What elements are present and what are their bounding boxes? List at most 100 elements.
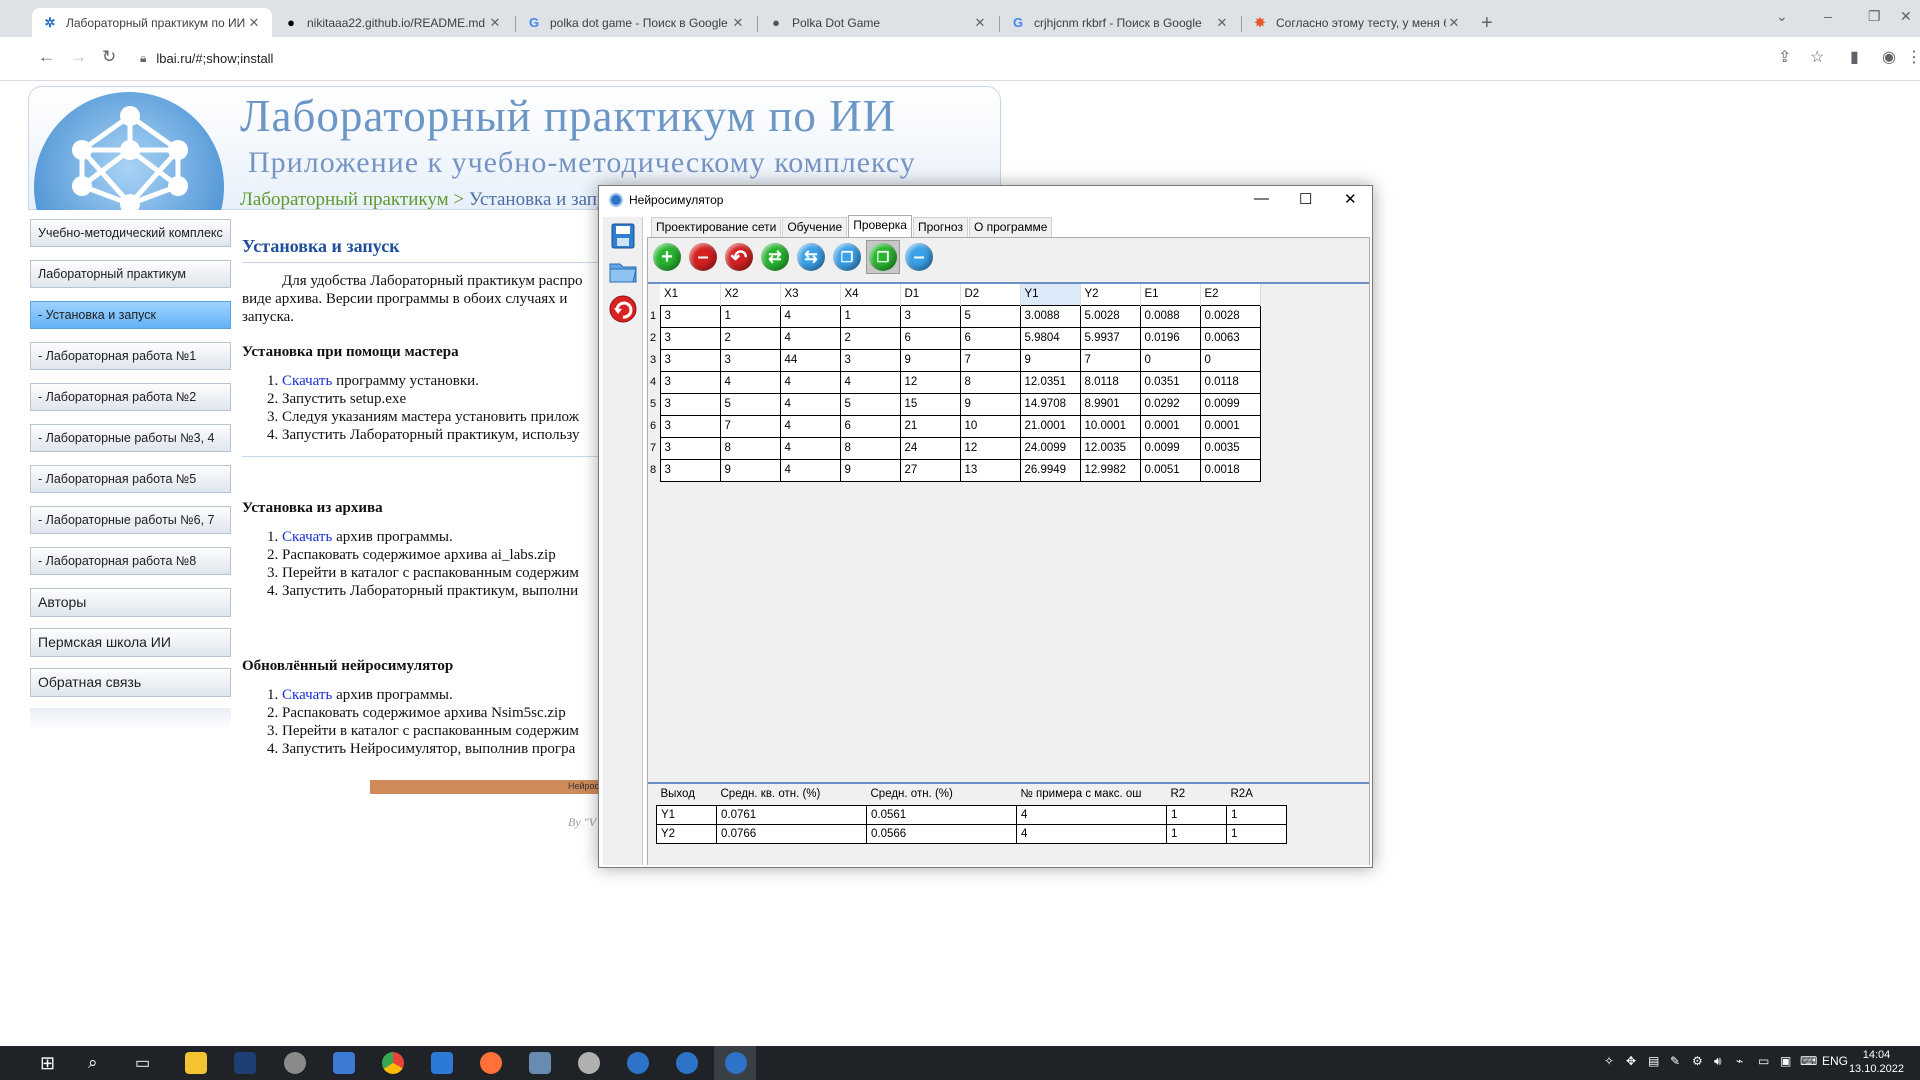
address-bar[interactable]: 🔒︎ lbai.ru/#;show;install xyxy=(140,43,1760,73)
table-cell[interactable]: 9 xyxy=(719,458,781,482)
tab-design[interactable]: Проектирование сети xyxy=(651,217,782,237)
menu-item-lab-practicum[interactable]: Лабораторный практикум xyxy=(30,260,231,288)
table-cell[interactable]: 9 xyxy=(959,392,1021,416)
table-cell[interactable]: 0.0018 xyxy=(1199,458,1261,482)
table-cell[interactable]: 0.0088 xyxy=(1139,304,1201,328)
save-icon[interactable] xyxy=(607,220,639,252)
collapse-button[interactable]: – xyxy=(902,240,936,274)
table-cell[interactable]: 4 xyxy=(1016,823,1167,844)
table-cell[interactable]: 4 xyxy=(779,392,841,416)
neurosim-taskbar-icon[interactable] xyxy=(725,1052,747,1074)
delete-row-button[interactable]: – xyxy=(686,240,720,274)
tray-icon[interactable]: ✧ xyxy=(1604,1054,1614,1068)
table-cell[interactable]: 24 xyxy=(899,436,961,460)
table-cell[interactable]: 5.9804 xyxy=(1019,326,1081,350)
battery-icon[interactable]: ▭ xyxy=(1758,1054,1769,1068)
table-cell[interactable]: 8 xyxy=(719,436,781,460)
add-row-button[interactable]: + xyxy=(650,240,684,274)
table-cell[interactable]: 3 xyxy=(839,348,901,372)
file-explorer-icon[interactable] xyxy=(185,1052,207,1074)
column-header[interactable]: № примера с макс. ош xyxy=(1016,784,1167,805)
table-cell[interactable]: 12 xyxy=(959,436,1021,460)
table-cell[interactable]: 9 xyxy=(839,458,901,482)
tray-icon[interactable]: ▤ xyxy=(1648,1054,1659,1068)
row-number[interactable]: 6 xyxy=(648,415,660,437)
table-cell[interactable]: 0.0001 xyxy=(1199,414,1261,438)
table-cell[interactable]: 10.0001 xyxy=(1079,414,1141,438)
devc-icon[interactable] xyxy=(234,1052,256,1074)
column-header[interactable]: D2 xyxy=(960,284,1021,305)
table-cell[interactable]: 8.9901 xyxy=(1079,392,1141,416)
table-cell[interactable]: 27 xyxy=(899,458,961,482)
menu-item-umk[interactable]: Учебно-методический комплекс xyxy=(30,219,231,247)
table-cell[interactable]: 0.0292 xyxy=(1139,392,1201,416)
column-header[interactable]: Y2 xyxy=(1080,284,1141,305)
calculator-icon[interactable] xyxy=(333,1052,355,1074)
lock-icon[interactable]: 🔒︎ xyxy=(140,51,146,66)
browser-tab-lbai[interactable]: ✲ Лабораторный практикум по ИИ ✕ xyxy=(32,8,272,37)
table-cell[interactable]: 5 xyxy=(839,392,901,416)
share-icon[interactable]: ⇪ xyxy=(1778,47,1791,67)
row-number[interactable]: 8 xyxy=(648,459,660,481)
import-button[interactable]: ⇄ xyxy=(758,240,792,274)
menu-item-lab1[interactable]: - Лабораторная работа №1 xyxy=(30,342,231,370)
table-cell[interactable]: 4 xyxy=(719,370,781,394)
table-row[interactable]: Y2 0.0766 0.0566 4 1 1 xyxy=(648,823,1287,844)
table-cell[interactable]: 1 xyxy=(719,304,781,328)
vscode-icon[interactable] xyxy=(431,1052,453,1074)
table-cell[interactable]: 5 xyxy=(959,304,1021,328)
app-icon-generic[interactable] xyxy=(578,1052,600,1074)
table-cell[interactable]: 5 xyxy=(719,392,781,416)
network-icon[interactable]: ⌁ xyxy=(1736,1054,1743,1068)
table-cell[interactable]: 8 xyxy=(959,370,1021,394)
table-cell[interactable]: 3 xyxy=(659,392,721,416)
table-row[interactable]: Y1 0.0761 0.0561 4 1 1 xyxy=(648,804,1287,825)
browser-tab-github[interactable]: ● nikitaaa22.github.io/README.md ✕ xyxy=(273,8,513,37)
menu-item-lab3-4[interactable]: - Лабораторные работы №3, 4 xyxy=(30,424,231,452)
table-row[interactable]: 7 3 8 4 8 24 12 24.0099 12.0035 0.0099 0.0035 xyxy=(648,436,1261,460)
table-cell[interactable]: 4 xyxy=(779,326,841,350)
table-cell[interactable]: 3 xyxy=(719,348,781,372)
close-tab-icon[interactable]: ✕ xyxy=(972,15,988,31)
table-cell[interactable]: 5.9937 xyxy=(1079,326,1141,350)
column-header[interactable]: Выход xyxy=(656,784,717,805)
table-cell[interactable]: 0.0028 xyxy=(1199,304,1261,328)
browser-tab-polka-dot[interactable]: ● Polka Dot Game ✕ xyxy=(758,8,998,37)
table-cell[interactable]: 0 xyxy=(1139,348,1201,372)
window-maximize-button[interactable]: ☐ xyxy=(1299,190,1312,208)
tab-testing[interactable]: Проверка xyxy=(848,215,912,237)
tab-forecast[interactable]: Прогноз xyxy=(912,217,968,237)
table-cell[interactable]: 0.0766 xyxy=(716,823,867,844)
undo-button[interactable]: ↶ xyxy=(722,240,756,274)
menu-item-install[interactable]: - Установка и запуск xyxy=(30,301,231,329)
table-cell[interactable]: 5.0028 xyxy=(1079,304,1141,328)
download-link[interactable]: Скачать xyxy=(282,373,332,389)
table-cell[interactable]: 13 xyxy=(959,458,1021,482)
table-cell[interactable]: 24.0099 xyxy=(1019,436,1081,460)
table-row[interactable]: 2 3 2 4 2 6 6 5.9804 5.9937 0.0196 0.0063 xyxy=(648,326,1261,350)
table-row[interactable]: 6 3 7 4 6 21 10 21.0001 10.0001 0.0001 0.0001 xyxy=(648,414,1261,438)
table-cell[interactable]: 3 xyxy=(659,436,721,460)
breadcrumb-root-link[interactable]: Лабораторный практикум xyxy=(240,189,449,210)
table-cell[interactable]: 4 xyxy=(779,458,841,482)
copy-button[interactable]: ❐ xyxy=(830,240,864,274)
table-cell[interactable]: 0 xyxy=(1199,348,1261,372)
app-icon-generic[interactable] xyxy=(529,1052,551,1074)
keyboard-icon[interactable]: ⌨ xyxy=(1800,1054,1817,1068)
task-view-icon[interactable]: ▭ xyxy=(135,1053,150,1073)
table-cell[interactable]: 0.0001 xyxy=(1139,414,1201,438)
language-indicator[interactable]: ENG xyxy=(1822,1054,1848,1068)
table-row[interactable]: 4 3 4 4 4 12 8 12.0351 8.0118 0.0351 0.0118 xyxy=(648,370,1261,394)
download-link[interactable]: Скачать xyxy=(282,529,332,545)
table-cell[interactable]: 12.0035 xyxy=(1079,436,1141,460)
menu-item-authors[interactable]: Авторы xyxy=(30,588,231,617)
table-cell[interactable]: 26.9949 xyxy=(1019,458,1081,482)
table-cell[interactable]: 8.0118 xyxy=(1079,370,1141,394)
table-cell[interactable]: 2 xyxy=(719,326,781,350)
forward-icon[interactable]: → xyxy=(70,47,87,67)
table-cell[interactable]: 21 xyxy=(899,414,961,438)
table-cell[interactable]: 21.0001 xyxy=(1019,414,1081,438)
column-header[interactable]: E1 xyxy=(1140,284,1201,305)
column-header[interactable]: X3 xyxy=(780,284,841,305)
table-cell[interactable]: 7 xyxy=(959,348,1021,372)
